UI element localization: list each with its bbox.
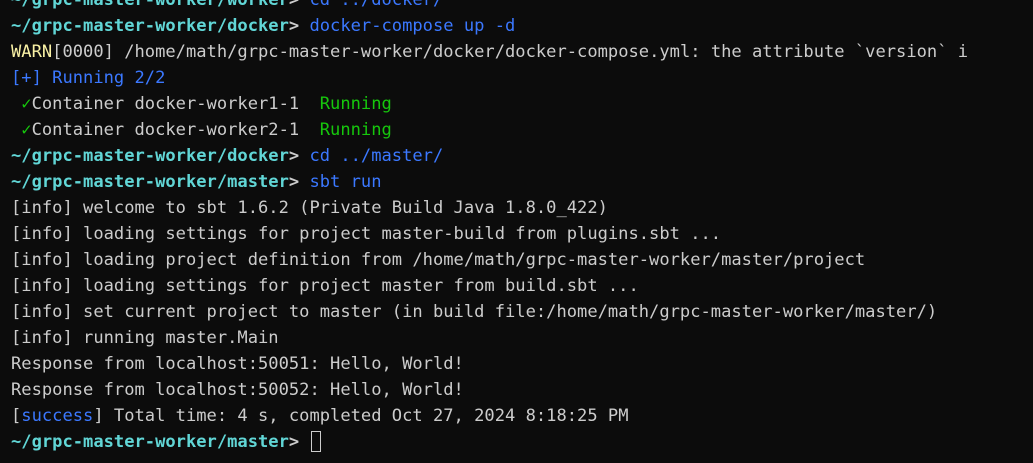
output-line: [info] loading settings for project mast… [11,276,639,296]
output-line: Response from localhost:50052: Hello, Wo… [11,380,464,400]
success-open: [ [11,406,22,426]
prompt-symbol: > [288,0,300,10]
prompt-line: ~/grpc-master-worker/master> sbt run [11,169,1033,195]
container-status: Running [319,120,392,140]
output-line: [info] welcome to sbt 1.6.2 (Private Bui… [11,198,608,218]
success-line: [success] Total time: 4 s, completed Oct… [11,403,1033,429]
prompt-path: ~/grpc-master-worker/worker [11,0,289,10]
prompt-line: ~/grpc-master-worker/docker> docker-comp… [11,13,1033,39]
container-label: Container docker-worker1-1 [31,94,300,114]
output-line: Response from localhost:50051: Hello, Wo… [11,354,464,374]
prompt-path: ~/grpc-master-worker/docker [11,16,289,36]
success-tag: success [21,406,94,426]
output-line: [info] set current project to master (in… [11,302,938,322]
check-icon: ✓ [21,94,32,114]
check-icon: ✓ [21,120,32,140]
command-args: run [340,172,382,192]
warn-message: [0000] /home/math/grpc-master-worker/doc… [52,42,969,62]
terminal-window[interactable]: ~/grpc-master-worker/worker> cd ../docke… [0,0,1033,463]
prompt-line: ~/grpc-master-worker/worker> cd ../docke… [11,0,1033,13]
cursor-icon[interactable] [311,431,322,452]
prompt-symbol: > [288,432,300,452]
running-summary: [+] Running 2/2 [11,68,166,88]
command-name: docker-compose [309,16,454,36]
container-label: Container docker-worker2-1 [31,120,300,140]
command-args: ../docker/ [330,0,444,10]
prompt-path: ~/grpc-master-worker/master [11,432,289,452]
warning-line: WARN[0000] /home/math/grpc-master-worker… [11,39,1033,65]
prompt-symbol: > [288,16,300,36]
success-message: ] Total time: 4 s, completed Oct 27, 202… [93,406,629,426]
output-line: [info] loading project definition from /… [11,250,866,270]
prompt-path: ~/grpc-master-worker/master [11,172,289,192]
container-status-line: ✓Container docker-worker2-1 Running [11,117,1033,143]
command-name: cd [309,0,331,10]
command-args: ../master/ [330,146,444,166]
command-args: up -d [453,16,516,36]
command-name: cd [309,146,331,166]
command-name: sbt [309,172,341,192]
prompt-path: ~/grpc-master-worker/docker [11,146,289,166]
output-line: [info] running master.Main [11,328,279,348]
prompt-line: ~/grpc-master-worker/docker> cd ../maste… [11,143,1033,169]
output-line: [info] loading settings for project mast… [11,224,722,244]
container-status: Running [319,94,392,114]
prompt-line[interactable]: ~/grpc-master-worker/master> [11,429,1033,455]
prompt-symbol: > [288,172,300,192]
prompt-symbol: > [288,146,300,166]
container-status-line: ✓Container docker-worker1-1 Running [11,91,1033,117]
warn-tag: WARN [11,42,53,62]
